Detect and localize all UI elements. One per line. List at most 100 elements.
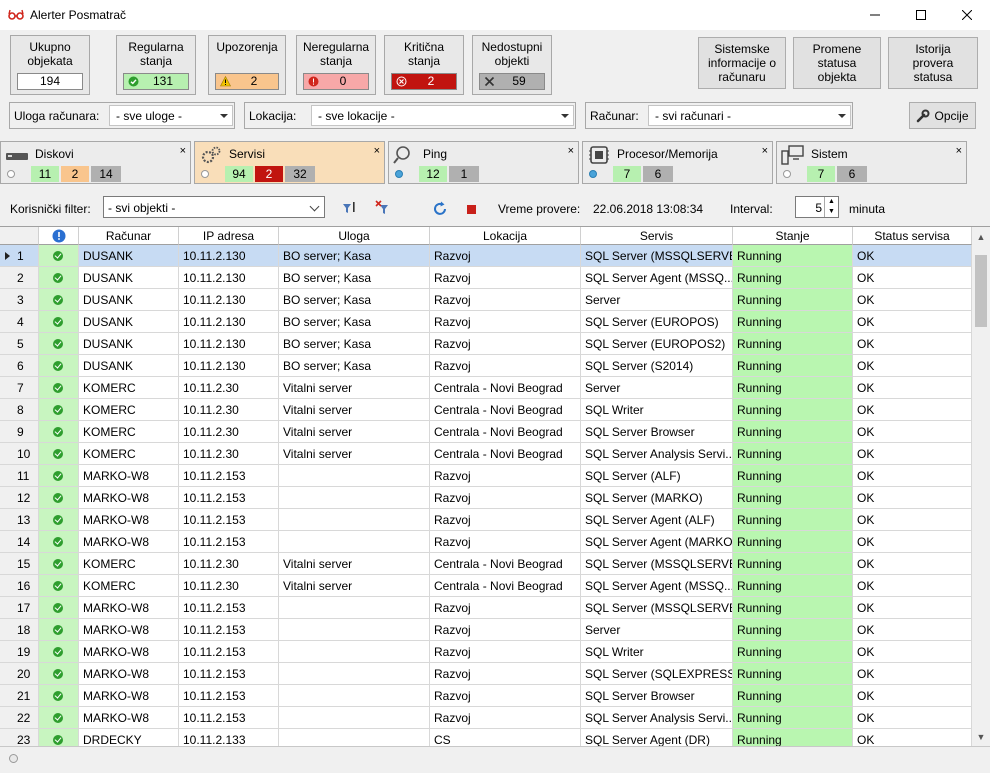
- table-row[interactable]: 22 MARKO-W8 10.11.2.153 Razvoj SQL Server An…: [0, 707, 972, 729]
- column-header-racunar[interactable]: Računar: [79, 227, 179, 245]
- cell-lokacija[interactable]: Centrala - Novi Beograd: [430, 443, 581, 465]
- row-number[interactable]: 16: [0, 575, 39, 597]
- cell-racunar[interactable]: DUSANK: [79, 289, 179, 311]
- cell-ip[interactable]: 10.11.2.30: [179, 553, 279, 575]
- table-row[interactable]: 20 MARKO-W8 10.11.2.153 Razvoj SQL Server (S…: [0, 663, 972, 685]
- cell-uloga[interactable]: [279, 509, 430, 531]
- row-number[interactable]: 11: [0, 465, 39, 487]
- stat-irregular[interactable]: Neregularna stanja 0: [296, 35, 376, 95]
- cell-ip[interactable]: 10.11.2.153: [179, 707, 279, 729]
- cell-servis[interactable]: SQL Server Agent (ALF): [581, 509, 733, 531]
- cell-lokacija[interactable]: Centrala - Novi Beograd: [430, 399, 581, 421]
- table-row[interactable]: 1 DUSANK 10.11.2.130 BO server; Kasa Razvoj S…: [0, 245, 972, 267]
- row-number[interactable]: 15: [0, 553, 39, 575]
- cell-ip[interactable]: 10.11.2.153: [179, 685, 279, 707]
- cell-ip[interactable]: 10.11.2.30: [179, 421, 279, 443]
- cell-uloga[interactable]: [279, 685, 430, 707]
- cell-lokacija[interactable]: Razvoj: [430, 685, 581, 707]
- filter-edit-icon[interactable]: [342, 200, 358, 216]
- cell-stanje[interactable]: Running: [733, 575, 853, 597]
- cell-racunar[interactable]: DUSANK: [79, 311, 179, 333]
- scroll-up-icon[interactable]: ▲: [972, 229, 990, 245]
- cell-lokacija[interactable]: Razvoj: [430, 333, 581, 355]
- cell-stanje[interactable]: Running: [733, 487, 853, 509]
- cell-racunar[interactable]: KOMERC: [79, 377, 179, 399]
- cell-status-servisa[interactable]: OK: [853, 311, 972, 333]
- cell-ip[interactable]: 10.11.2.130: [179, 267, 279, 289]
- spin-up-icon[interactable]: ▲: [824, 197, 838, 207]
- cell-uloga[interactable]: [279, 729, 430, 746]
- table-row[interactable]: 16 KOMERC 10.11.2.30 Vitalni server Centrala…: [0, 575, 972, 597]
- row-number[interactable]: 14: [0, 531, 39, 553]
- row-number[interactable]: 7: [0, 377, 39, 399]
- column-header-ip[interactable]: IP adresa: [179, 227, 279, 245]
- stat-unavailable[interactable]: Nedostupni objekti 59: [472, 35, 552, 95]
- cell-uloga[interactable]: [279, 619, 430, 641]
- cell-racunar[interactable]: MARKO-W8: [79, 663, 179, 685]
- table-row[interactable]: 13 MARKO-W8 10.11.2.153 Razvoj SQL Server Ag…: [0, 509, 972, 531]
- cell-stanje[interactable]: Running: [733, 245, 853, 267]
- tab-sistem[interactable]: Sistem × 7 6: [776, 141, 967, 184]
- cell-status-servisa[interactable]: OK: [853, 553, 972, 575]
- cell-ip[interactable]: 10.11.2.133: [179, 729, 279, 746]
- row-number[interactable]: 12: [0, 487, 39, 509]
- cell-racunar[interactable]: DUSANK: [79, 333, 179, 355]
- column-header-lokacija[interactable]: Lokacija: [430, 227, 581, 245]
- table-row[interactable]: 9 KOMERC 10.11.2.30 Vitalni server Centrala …: [0, 421, 972, 443]
- cell-stanje[interactable]: Running: [733, 333, 853, 355]
- cell-ip[interactable]: 10.11.2.30: [179, 377, 279, 399]
- cell-stanje[interactable]: Running: [733, 509, 853, 531]
- cell-stanje[interactable]: Running: [733, 685, 853, 707]
- cell-servis[interactable]: Server: [581, 377, 733, 399]
- cell-servis[interactable]: SQL Server (MSSQLSERVER): [581, 553, 733, 575]
- cell-uloga[interactable]: BO server; Kasa: [279, 355, 430, 377]
- cell-servis[interactable]: SQL Writer: [581, 641, 733, 663]
- cell-servis[interactable]: SQL Server (MSSQLSERVER): [581, 597, 733, 619]
- cell-servis[interactable]: SQL Server (MSSQLSERVER): [581, 245, 733, 267]
- cell-racunar[interactable]: DRDECKY: [79, 729, 179, 746]
- cell-racunar[interactable]: KOMERC: [79, 575, 179, 597]
- table-row[interactable]: 4 DUSANK 10.11.2.130 BO server; Kasa Razvoj S…: [0, 311, 972, 333]
- row-number[interactable]: 19: [0, 641, 39, 663]
- scroll-thumb[interactable]: [975, 255, 987, 327]
- cell-stanje[interactable]: Running: [733, 663, 853, 685]
- cell-ip[interactable]: 10.11.2.130: [179, 311, 279, 333]
- cell-uloga[interactable]: [279, 663, 430, 685]
- cell-status-servisa[interactable]: OK: [853, 575, 972, 597]
- cell-racunar[interactable]: KOMERC: [79, 553, 179, 575]
- user-filter-select[interactable]: - svi objekti -: [103, 196, 325, 218]
- cell-status-servisa[interactable]: OK: [853, 597, 972, 619]
- cell-ip[interactable]: 10.11.2.30: [179, 575, 279, 597]
- cell-racunar[interactable]: DUSANK: [79, 267, 179, 289]
- cell-racunar[interactable]: KOMERC: [79, 421, 179, 443]
- cell-status-servisa[interactable]: OK: [853, 531, 972, 553]
- cell-stanje[interactable]: Running: [733, 597, 853, 619]
- cell-racunar[interactable]: MARKO-W8: [79, 597, 179, 619]
- role-select[interactable]: - sve uloge -: [109, 105, 233, 126]
- cell-lokacija[interactable]: Centrala - Novi Beograd: [430, 377, 581, 399]
- table-row[interactable]: 12 MARKO-W8 10.11.2.153 Razvoj SQL Server (M…: [0, 487, 972, 509]
- cell-stanje[interactable]: Running: [733, 729, 853, 746]
- cell-ip[interactable]: 10.11.2.153: [179, 487, 279, 509]
- table-row[interactable]: 18 MARKO-W8 10.11.2.153 Razvoj Server Running…: [0, 619, 972, 641]
- tab-ping[interactable]: Ping × 12 1: [388, 141, 579, 184]
- row-number[interactable]: 22: [0, 707, 39, 729]
- vertical-scrollbar[interactable]: ▲ ▼: [972, 227, 990, 746]
- row-number[interactable]: 2: [0, 267, 39, 289]
- minimize-button[interactable]: [852, 0, 898, 30]
- cell-uloga[interactable]: Vitalni server: [279, 575, 430, 597]
- tab-procesor-memorija[interactable]: Procesor/Memorija × 7 6: [582, 141, 773, 184]
- stat-regular[interactable]: Regularna stanja 131: [116, 35, 196, 95]
- cell-racunar[interactable]: MARKO-W8: [79, 487, 179, 509]
- cell-status-servisa[interactable]: OK: [853, 333, 972, 355]
- cell-servis[interactable]: SQL Writer: [581, 399, 733, 421]
- refresh-icon[interactable]: [432, 201, 448, 217]
- filter-clear-icon[interactable]: [375, 200, 391, 216]
- cell-ip[interactable]: 10.11.2.153: [179, 465, 279, 487]
- cell-status-servisa[interactable]: OK: [853, 619, 972, 641]
- cell-lokacija[interactable]: Razvoj: [430, 663, 581, 685]
- table-row[interactable]: 5 DUSANK 10.11.2.130 BO server; Kasa Razvoj S…: [0, 333, 972, 355]
- cell-uloga[interactable]: Vitalni server: [279, 377, 430, 399]
- cell-status-servisa[interactable]: OK: [853, 487, 972, 509]
- cell-uloga[interactable]: [279, 487, 430, 509]
